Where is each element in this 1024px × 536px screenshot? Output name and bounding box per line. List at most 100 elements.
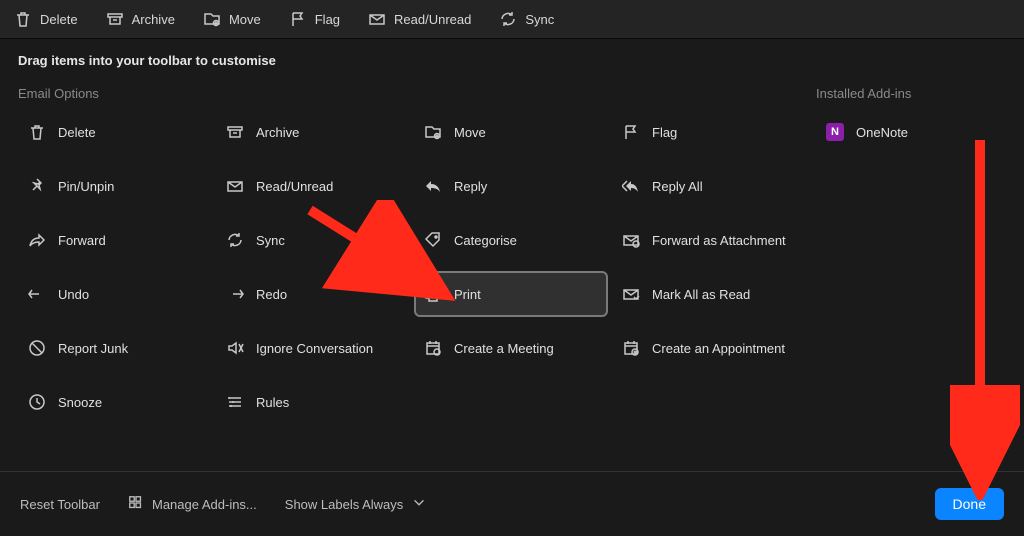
print-icon (424, 285, 442, 303)
manage-addins-button[interactable]: Manage Add-ins... (128, 495, 257, 514)
option-reply[interactable]: Reply (414, 163, 608, 209)
option-forward[interactable]: Forward (18, 217, 212, 263)
meeting-icon (424, 339, 442, 357)
option-archive[interactable]: Archive (216, 109, 410, 155)
option-sync[interactable]: Sync (216, 217, 410, 263)
installed-addins-title: Installed Add-ins (816, 74, 1006, 109)
junk-icon (28, 339, 46, 357)
archive-icon (106, 10, 124, 28)
replyall-icon (622, 177, 640, 195)
option-flag[interactable]: Flag (612, 109, 806, 155)
toolbar-item-sync[interactable]: Sync (499, 10, 554, 28)
email-options-grid: Delete Archive Move Flag Pin/Unpin Read/Unrea… (18, 109, 806, 425)
option-forward-as-attachment[interactable]: Forward as Attachment (612, 217, 806, 263)
move-icon (203, 10, 221, 28)
reply-icon (424, 177, 442, 195)
toolbar-item-move[interactable]: Move (203, 10, 261, 28)
toolbar-item-read-unread[interactable]: Read/Unread (368, 10, 471, 28)
option-move[interactable]: Move (414, 109, 608, 155)
option-label: Create a Meeting (454, 341, 554, 356)
rules-icon (226, 393, 244, 411)
undo-icon (28, 285, 46, 303)
option-label: Move (454, 125, 486, 140)
option-categorise[interactable]: Categorise (414, 217, 608, 263)
attach-icon (622, 231, 640, 249)
option-label: Undo (58, 287, 89, 302)
option-rules[interactable]: Rules (216, 379, 410, 425)
toolbar-item-label: Move (229, 12, 261, 27)
grid-icon (128, 495, 144, 514)
toolbar-item-label: Read/Unread (394, 12, 471, 27)
toolbar: Delete Archive Move Flag Read/Unread Sync (0, 0, 1024, 39)
option-create-a-meeting[interactable]: Create a Meeting (414, 325, 608, 371)
chevron-down-icon (411, 495, 427, 514)
markread-icon (622, 285, 640, 303)
addin-label: OneNote (856, 125, 908, 140)
option-delete[interactable]: Delete (18, 109, 212, 155)
move-icon (424, 123, 442, 141)
reset-toolbar-label: Reset Toolbar (20, 497, 100, 512)
option-label: Ignore Conversation (256, 341, 373, 356)
appointment-icon (622, 339, 640, 357)
option-label: Print (454, 287, 481, 302)
forward-icon (28, 231, 46, 249)
option-label: Forward as Attachment (652, 233, 786, 248)
option-snooze[interactable]: Snooze (18, 379, 212, 425)
option-mark-all-as-read[interactable]: Mark All as Read (612, 271, 806, 317)
toolbar-item-label: Sync (525, 12, 554, 27)
sync-icon (226, 231, 244, 249)
option-label: Forward (58, 233, 106, 248)
option-label: Snooze (58, 395, 102, 410)
sync-icon (499, 10, 517, 28)
toolbar-item-label: Flag (315, 12, 340, 27)
option-label: Reply All (652, 179, 703, 194)
option-label: Reply (454, 179, 487, 194)
flag-icon (289, 10, 307, 28)
footer: Reset Toolbar Manage Add-ins... Show Lab… (0, 471, 1024, 536)
show-labels-dropdown[interactable]: Show Labels Always (285, 495, 428, 514)
option-label: Report Junk (58, 341, 128, 356)
option-label: Flag (652, 125, 677, 140)
option-label: Sync (256, 233, 285, 248)
tag-icon (424, 231, 442, 249)
option-print[interactable]: Print (414, 271, 608, 317)
option-pin-unpin[interactable]: Pin/Unpin (18, 163, 212, 209)
trash-icon (28, 123, 46, 141)
flag-icon (622, 123, 640, 141)
option-reply-all[interactable]: Reply All (612, 163, 806, 209)
option-read-unread[interactable]: Read/Unread (216, 163, 410, 209)
addin-onenote[interactable]: N OneNote (816, 109, 1006, 155)
option-label: Mark All as Read (652, 287, 750, 302)
option-label: Categorise (454, 233, 517, 248)
option-label: Archive (256, 125, 299, 140)
option-create-an-appointment[interactable]: Create an Appointment (612, 325, 806, 371)
toolbar-item-label: Archive (132, 12, 175, 27)
toolbar-item-label: Delete (40, 12, 78, 27)
email-options-title: Email Options (18, 74, 806, 109)
done-button[interactable]: Done (935, 488, 1004, 520)
toolbar-item-archive[interactable]: Archive (106, 10, 175, 28)
onenote-icon: N (826, 123, 844, 141)
toolbar-item-delete[interactable]: Delete (14, 10, 78, 28)
option-label: Rules (256, 395, 289, 410)
option-label: Delete (58, 125, 96, 140)
mail-icon (226, 177, 244, 195)
option-report-junk[interactable]: Report Junk (18, 325, 212, 371)
clock-icon (28, 393, 46, 411)
mail-icon (368, 10, 386, 28)
mute-icon (226, 339, 244, 357)
option-ignore-conversation[interactable]: Ignore Conversation (216, 325, 410, 371)
option-label: Redo (256, 287, 287, 302)
instruction-text: Drag items into your toolbar to customis… (0, 39, 1024, 74)
show-labels-label: Show Labels Always (285, 497, 404, 512)
trash-icon (14, 10, 32, 28)
option-label: Read/Unread (256, 179, 333, 194)
pin-icon (28, 177, 46, 195)
toolbar-item-flag[interactable]: Flag (289, 10, 340, 28)
option-undo[interactable]: Undo (18, 271, 212, 317)
option-label: Pin/Unpin (58, 179, 114, 194)
addins-list: N OneNote (816, 109, 1006, 155)
option-redo[interactable]: Redo (216, 271, 410, 317)
redo-icon (226, 285, 244, 303)
reset-toolbar-button[interactable]: Reset Toolbar (20, 497, 100, 512)
